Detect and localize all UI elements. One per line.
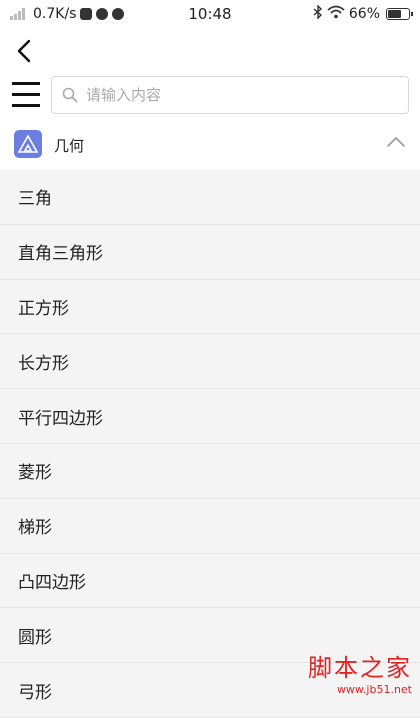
list-item-label: 菱形 [18, 458, 52, 483]
list-item[interactable]: 菱形 [0, 444, 420, 499]
search-box[interactable] [51, 76, 409, 114]
battery-level [388, 10, 401, 18]
search-icon [62, 87, 78, 103]
list-item-label: 长方形 [18, 349, 69, 374]
list-item-label: 凸四边形 [18, 568, 86, 593]
triangle-geometry-icon [14, 130, 42, 158]
watermark-logo-text: 脚本之家 [308, 648, 412, 683]
bluetooth-icon [313, 5, 323, 23]
list-item[interactable]: 梯形 [0, 499, 420, 554]
watermark-url: www.jb51.net [308, 683, 412, 696]
wifi-icon [327, 5, 345, 23]
battery-icon [386, 8, 410, 20]
shape-list: 三角直角三角形正方形长方形平行四边形菱形梯形凸四边形圆形弓形 [0, 170, 420, 718]
list-item[interactable]: 平行四边形 [0, 389, 420, 444]
menu-icon-bar [12, 82, 40, 85]
category-header-geometry[interactable]: 几何 [0, 126, 420, 166]
list-item-label: 三角 [18, 184, 52, 209]
menu-button[interactable] [12, 80, 40, 108]
status-right: 66% [313, 0, 410, 28]
menu-icon-bar [12, 104, 40, 107]
list-item-label: 弓形 [18, 678, 52, 703]
list-item-label: 正方形 [18, 294, 69, 319]
back-arrow-icon [14, 38, 36, 64]
status-bar: 0.7K/s 10:48 66% [0, 0, 420, 28]
list-item[interactable]: 直角三角形 [0, 225, 420, 280]
list-item-label: 圆形 [18, 623, 52, 648]
list-item[interactable]: 长方形 [0, 334, 420, 389]
list-item[interactable]: 三角 [0, 170, 420, 225]
battery-percent: 66% [349, 6, 380, 22]
watermark: 脚本之家 www.jb51.net [308, 648, 412, 696]
category-label: 几何 [54, 135, 84, 156]
search-input[interactable] [86, 86, 386, 104]
list-item-label: 平行四边形 [18, 404, 103, 429]
list-item-label: 梯形 [18, 513, 52, 538]
chevron-up-icon[interactable] [386, 134, 406, 150]
list-item[interactable]: 凸四边形 [0, 554, 420, 609]
back-button[interactable] [14, 38, 36, 64]
list-item[interactable]: 正方形 [0, 280, 420, 335]
menu-icon-bar [12, 93, 40, 96]
list-item-label: 直角三角形 [18, 239, 103, 264]
